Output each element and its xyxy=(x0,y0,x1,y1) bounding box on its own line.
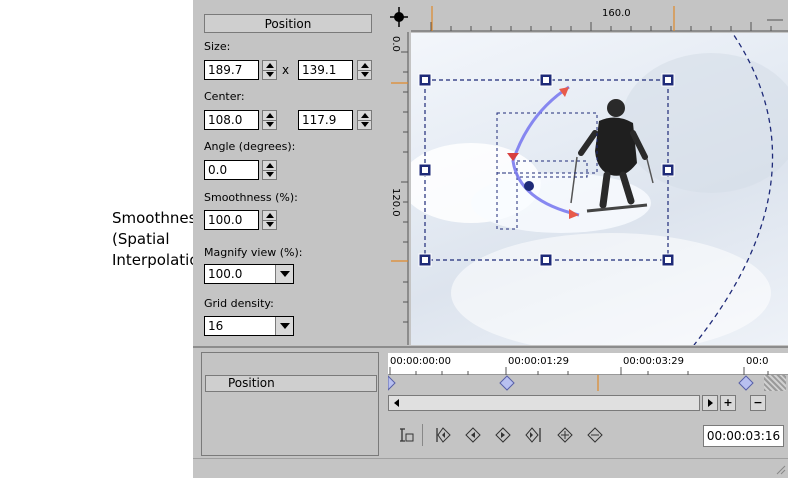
top-ruler-label: 160.0 xyxy=(602,8,631,19)
time-label-0: 00:00:00:00 xyxy=(390,356,452,367)
angle-label: Angle (degrees): xyxy=(204,140,296,153)
video-preview[interactable] xyxy=(411,33,788,345)
left-ruler-label-top: 0.0 xyxy=(390,36,401,52)
track-position[interactable]: Position xyxy=(205,375,377,392)
smoothness-spinner[interactable] xyxy=(262,210,277,230)
left-ruler: 0.0 120.0 xyxy=(389,32,409,345)
magnify-dropdown-icon[interactable] xyxy=(275,265,293,283)
timeline-ruler[interactable]: 00:00:00:00 00:00:01:29 00:00:03:29 00:0 xyxy=(388,353,788,375)
last-keyframe-icon[interactable] xyxy=(523,425,543,445)
angle-spinner[interactable] xyxy=(262,160,277,180)
center-y-input[interactable]: 117.9 xyxy=(298,110,353,130)
size-height-spinner[interactable] xyxy=(357,60,372,80)
properties-panel: Position Size: 189.7 x 139.1 Center: 108… xyxy=(193,0,385,345)
previous-keyframe-icon[interactable] xyxy=(463,425,483,445)
keyframe-track[interactable] xyxy=(387,374,764,392)
magnify-value: 100.0 xyxy=(208,267,243,281)
center-x-input[interactable]: 108.0 xyxy=(204,110,259,130)
scroll-left-icon[interactable] xyxy=(389,395,405,411)
current-time-display[interactable]: 00:00:03:16 xyxy=(703,425,784,447)
add-keyframe-icon[interactable] xyxy=(555,425,575,445)
size-height-input[interactable]: 139.1 xyxy=(298,60,353,80)
keyframe-mid xyxy=(499,375,515,391)
status-bar xyxy=(193,458,788,478)
pan-crop-window: Position Size: 189.7 x 139.1 Center: 108… xyxy=(193,0,788,478)
track-list xyxy=(201,352,379,456)
grid-density-select[interactable]: 16 xyxy=(204,316,294,336)
timeline-end-hatch xyxy=(764,375,786,391)
keyframe-start xyxy=(387,374,396,392)
zoom-out-button[interactable]: − xyxy=(750,395,766,411)
toolbar-separator xyxy=(422,424,423,446)
sync-cursor-icon[interactable] xyxy=(396,425,416,445)
center-label: Center: xyxy=(204,90,245,103)
remove-keyframe-icon[interactable] xyxy=(585,425,605,445)
position-header[interactable]: Position xyxy=(204,14,372,33)
magnify-select[interactable]: 100.0 xyxy=(204,264,294,284)
magnify-label: Magnify view (%): xyxy=(204,246,303,259)
crop-overlay xyxy=(411,33,788,345)
size-times-label: x xyxy=(282,63,290,77)
top-ruler: 160.0 xyxy=(411,0,788,32)
crosshair-icon[interactable] xyxy=(390,6,408,28)
time-label-1: 00:00:01:29 xyxy=(508,356,570,367)
pane-divider[interactable] xyxy=(193,346,788,348)
grid-density-label: Grid density: xyxy=(204,297,274,310)
size-width-spinner[interactable] xyxy=(262,60,277,80)
keyframe-end xyxy=(738,375,754,391)
smoothness-label: Smoothness (%): xyxy=(204,191,298,204)
resize-grip-icon[interactable] xyxy=(774,463,786,475)
time-label-2: 00:00:03:29 xyxy=(623,356,685,367)
timeline-scrollbar[interactable] xyxy=(388,395,700,411)
center-x-spinner[interactable] xyxy=(262,110,277,130)
first-keyframe-icon[interactable] xyxy=(433,425,453,445)
grid-density-value: 16 xyxy=(208,319,224,333)
smoothness-input[interactable]: 100.0 xyxy=(204,210,259,230)
time-label-3: 00:0 xyxy=(746,356,769,367)
size-width-input[interactable]: 189.7 xyxy=(204,60,259,80)
size-label: Size: xyxy=(204,40,231,53)
zoom-in-button[interactable]: + xyxy=(720,395,736,411)
center-y-spinner[interactable] xyxy=(357,110,372,130)
angle-input[interactable]: 0.0 xyxy=(204,160,259,180)
grid-dropdown-icon[interactable] xyxy=(275,317,293,335)
left-ruler-label-mid: 120.0 xyxy=(390,188,401,217)
scroll-right-icon[interactable] xyxy=(702,395,718,411)
next-keyframe-icon[interactable] xyxy=(493,425,513,445)
